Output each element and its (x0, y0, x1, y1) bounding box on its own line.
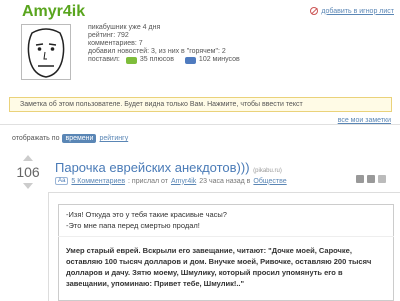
sort-by-rating[interactable]: рейтингу (99, 135, 128, 142)
plus-count: 35 плюсов (139, 56, 174, 63)
divider (0, 124, 400, 125)
my-notes-link[interactable]: все мои заметки (338, 117, 391, 124)
post-meta: Аа 5 Комментариев : прислал от Amyr4ik 2… (55, 177, 287, 185)
ignore-list-label[interactable]: добавить в игнор лист (321, 8, 394, 15)
plus-icon (125, 56, 137, 64)
post-source: (pikabu.ru) (253, 168, 282, 174)
minus-count: 102 минусов (198, 56, 240, 63)
post-title-text[interactable]: Парочка еврейских анекдотов))) (55, 160, 250, 175)
category-link[interactable]: Обществе (253, 178, 286, 185)
twitter-icon[interactable] (356, 175, 364, 183)
post-score: 106 (16, 164, 40, 180)
username[interactable]: Amyr4ik (22, 3, 85, 21)
joke-1: -Изя! Откуда это у тебя такие красивые ч… (66, 209, 227, 231)
sort-by-time[interactable]: времени (62, 134, 97, 143)
minus-icon (184, 56, 196, 64)
avatar (21, 24, 71, 80)
joke-1-line-1: -Изя! Откуда это у тебя такие красивые ч… (66, 210, 227, 219)
vote-up-icon[interactable] (23, 155, 33, 161)
author-link[interactable]: Amyr4ik (171, 178, 196, 185)
share-buttons (356, 175, 386, 183)
rating: рейтинг: 792 (88, 32, 129, 39)
joke-1-line-2: -Это мне папа перед смертью продал! (66, 221, 200, 230)
joke-2: Умер старый еврей. Вскрыли его завещание… (66, 246, 372, 288)
comments-link[interactable]: 5 Комментариев (71, 178, 125, 185)
posts-count: добавил новостей: 3, из них в "горячем":… (88, 48, 226, 55)
post-rating: 106 (12, 155, 44, 199)
vote-down-icon[interactable] (23, 183, 33, 189)
facebook-icon[interactable] (367, 175, 375, 183)
votes-prefix: поставил: (88, 56, 120, 63)
post-time: 23 часа назад в (199, 177, 251, 185)
member-since: пикабушник уже 4 дня (88, 24, 161, 31)
rage-face-icon (27, 28, 65, 78)
sort-label: отображать по (12, 135, 60, 142)
votes-line: поставил: 35 плюсов 102 минусов (88, 56, 240, 64)
ignore-list-link[interactable]: добавить в игнор лист (310, 7, 394, 15)
user-profile: Amyr4ik добавить в игнор лист пикабушник… (0, 0, 400, 100)
profile-stats: пикабушник уже 4 дня рейтинг: 792 коммен… (88, 24, 240, 64)
user-note-field[interactable]: Заметка об этом пользователе. Будет видн… (9, 97, 392, 112)
ban-icon (310, 7, 319, 15)
post-title[interactable]: Парочка еврейских анекдотов))) (pikabu.r… (55, 160, 282, 175)
font-size-button[interactable]: Аа (55, 177, 69, 185)
sort-controls: отображать по времени рейтингу (12, 134, 128, 143)
joke-separator (58, 236, 394, 237)
sent-from-label: : прислал от (128, 177, 168, 185)
comments-count: комментариев: 7 (88, 40, 143, 47)
bookmark-icon[interactable] (378, 175, 386, 183)
